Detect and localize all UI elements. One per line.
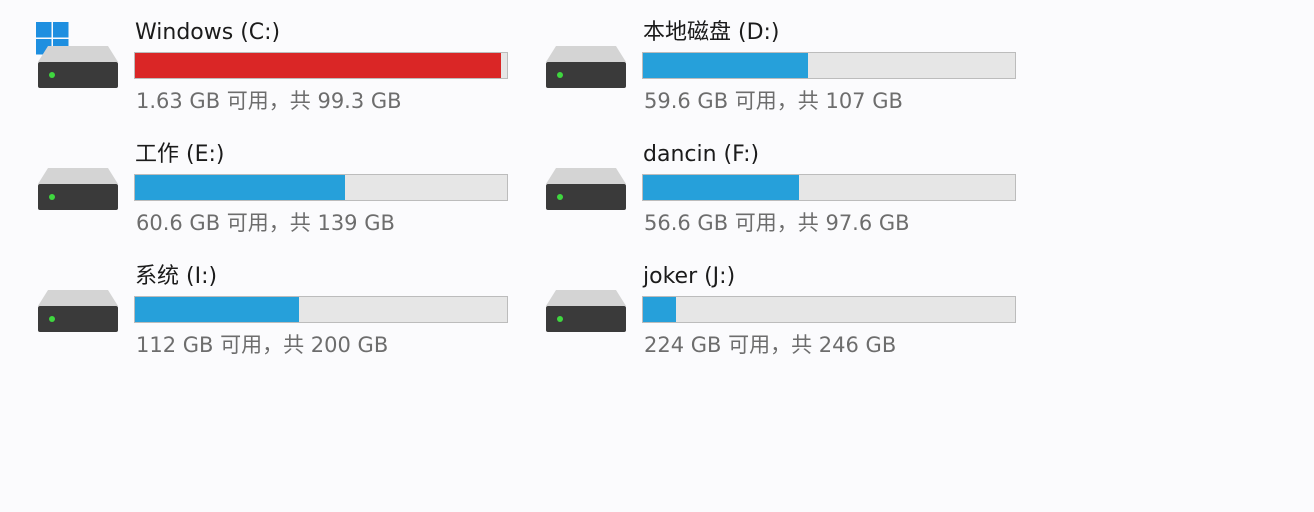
drive-space-text: 56.6 GB 可用，共 97.6 GB (644, 211, 910, 235)
drive-space-text: 60.6 GB 可用，共 139 GB (136, 211, 395, 235)
drive-name: Windows (C:) (135, 20, 281, 45)
usage-bar-fill (643, 53, 808, 78)
drive-d[interactable]: 本地磁盘 (D:) 59.6 GB 可用，共 107 GB (544, 14, 1044, 124)
usage-bar-fill (135, 297, 299, 322)
drive-name: dancin (F:) (643, 142, 760, 167)
drive-j[interactable]: joker (J:) 224 GB 可用，共 246 GB (544, 258, 1044, 368)
drive-f[interactable]: dancin (F:) 56.6 GB 可用，共 97.6 GB (544, 136, 1044, 246)
usage-bar (642, 296, 1016, 323)
usage-bar-fill (643, 175, 800, 200)
hard-drive-icon (36, 258, 120, 338)
usage-bar-fill (135, 53, 502, 78)
drive-name: joker (J:) (643, 264, 736, 289)
drive-space-text: 59.6 GB 可用，共 107 GB (644, 89, 903, 113)
drive-space-text: 112 GB 可用，共 200 GB (136, 333, 389, 357)
drive-name: 工作 (E:) (135, 142, 225, 167)
hard-drive-icon (544, 14, 628, 94)
windows-drive-icon (36, 14, 120, 94)
usage-bar (134, 296, 508, 323)
usage-bar-fill (135, 175, 345, 200)
usage-bar (134, 174, 508, 201)
drive-name: 本地磁盘 (D:) (643, 20, 780, 45)
drive-space-text: 1.63 GB 可用，共 99.3 GB (136, 89, 402, 113)
usage-bar (642, 52, 1016, 79)
usage-bar-fill (643, 297, 677, 322)
drive-name: 系统 (I:) (135, 264, 218, 289)
usage-bar (134, 52, 508, 79)
hard-drive-icon (544, 258, 628, 338)
drive-i[interactable]: 系统 (I:) 112 GB 可用，共 200 GB (36, 258, 536, 368)
usage-bar (642, 174, 1016, 201)
hard-drive-icon (36, 136, 120, 216)
drive-space-text: 224 GB 可用，共 246 GB (644, 333, 897, 357)
drive-c[interactable]: Windows (C:) 1.63 GB 可用，共 99.3 GB (36, 14, 536, 124)
hard-drive-icon (544, 136, 628, 216)
drive-e[interactable]: 工作 (E:) 60.6 GB 可用，共 139 GB (36, 136, 536, 246)
